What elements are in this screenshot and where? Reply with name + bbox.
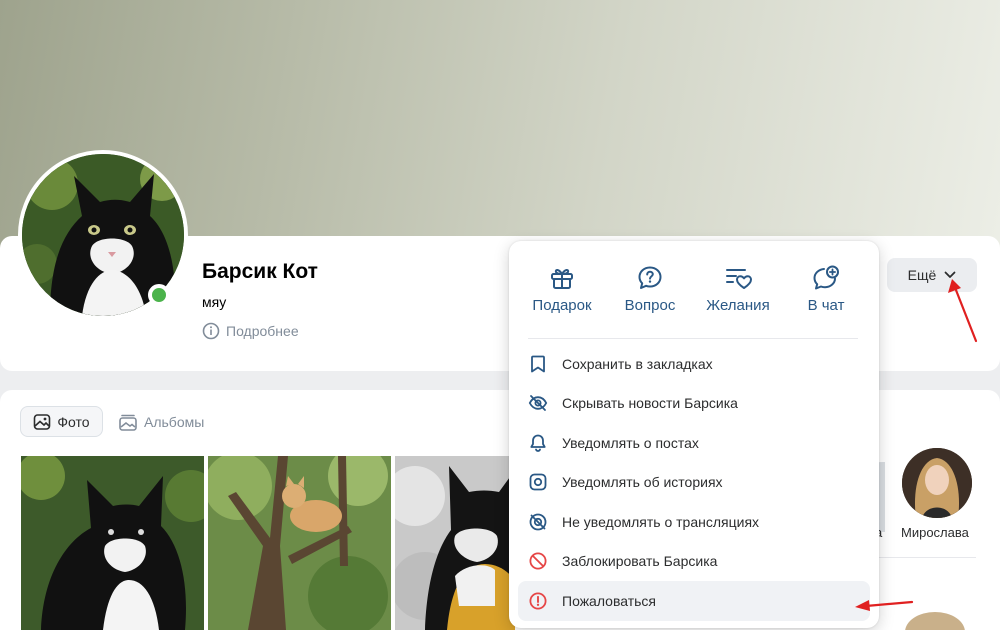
info-icon xyxy=(202,322,220,340)
dropdown-menu: Сохранить в закладках Скрывать новости Б… xyxy=(518,344,870,621)
quick-actions: Подарок Вопрос Желания В чат xyxy=(509,241,879,331)
dropdown-divider xyxy=(528,338,858,339)
quick-action-label: Желания xyxy=(706,297,770,314)
more-button-label: Ещё xyxy=(907,267,937,283)
menu-item-block[interactable]: Заблокировать Барсика xyxy=(518,542,870,582)
quick-action-gift[interactable]: Подарок xyxy=(517,265,607,314)
tab-photos[interactable]: Фото xyxy=(20,406,103,437)
quick-action-label: В чат xyxy=(807,297,845,314)
albums-icon xyxy=(119,414,137,431)
menu-item-hide-news[interactable]: Скрывать новости Барсика xyxy=(518,384,870,424)
report-icon xyxy=(529,592,547,610)
menu-item-label: Пожаловаться xyxy=(562,592,657,609)
menu-item-label: Заблокировать Барсика xyxy=(562,553,718,570)
stories-icon xyxy=(529,473,547,491)
menu-item-notify-posts[interactable]: Уведомлять о постах xyxy=(518,423,870,463)
wishlist-icon xyxy=(726,269,752,289)
menu-item-mute-broadcasts[interactable]: Не уведомлять о трансляциях xyxy=(518,502,870,542)
quick-action-label: Вопрос xyxy=(624,297,676,314)
divider xyxy=(870,557,976,558)
photo-thumbnail[interactable] xyxy=(21,456,204,630)
bookmark-icon xyxy=(531,355,545,373)
profile-status: мяу xyxy=(202,294,227,310)
quick-action-question[interactable]: Вопрос xyxy=(605,265,695,314)
menu-item-notify-stories[interactable]: Уведомлять об историях xyxy=(518,463,870,503)
profile-name: Барсик Кот xyxy=(202,260,318,283)
more-actions-dropdown: Подарок Вопрос Желания В чат Сохранить в… xyxy=(509,241,879,628)
menu-item-label: Уведомлять о постах xyxy=(562,434,699,451)
quick-action-add-to-chat[interactable]: В чат xyxy=(781,265,871,314)
menu-item-label: Уведомлять об историях xyxy=(562,474,723,491)
more-info-link[interactable]: Подробнее xyxy=(202,320,299,342)
tab-albums-label: Альбомы xyxy=(144,413,205,430)
photo-thumbnail[interactable] xyxy=(208,456,391,630)
friend-avatar[interactable] xyxy=(902,448,972,518)
menu-item-bookmark[interactable]: Сохранить в закладках xyxy=(518,344,870,384)
gift-icon xyxy=(551,268,573,289)
bell-icon xyxy=(530,434,546,452)
chevron-down-icon xyxy=(944,271,956,278)
photo-icon xyxy=(34,413,51,430)
online-indicator xyxy=(148,284,170,306)
tab-photos-label: Фото xyxy=(57,413,90,430)
question-bubble-icon xyxy=(638,266,662,289)
add-to-chat-icon xyxy=(813,265,839,290)
menu-item-label: Скрывать новости Барсика xyxy=(562,395,738,412)
more-info-label: Подробнее xyxy=(226,323,299,339)
quick-action-wishlist[interactable]: Желания xyxy=(693,265,783,314)
menu-item-report[interactable]: Пожаловаться xyxy=(518,581,870,621)
menu-item-label: Не уведомлять о трансляциях xyxy=(562,513,760,530)
broadcast-off-icon xyxy=(529,513,547,531)
quick-action-label: Подарок xyxy=(532,297,592,314)
block-icon xyxy=(529,552,547,570)
friend-name[interactable]: Мирослава xyxy=(901,525,969,540)
menu-item-label: Сохранить в закладках xyxy=(562,355,713,372)
tab-albums[interactable]: Альбомы xyxy=(118,406,204,437)
photo-thumbnail[interactable] xyxy=(395,456,515,630)
more-button[interactable]: Ещё xyxy=(887,258,977,292)
eye-crossed-icon xyxy=(528,395,548,412)
